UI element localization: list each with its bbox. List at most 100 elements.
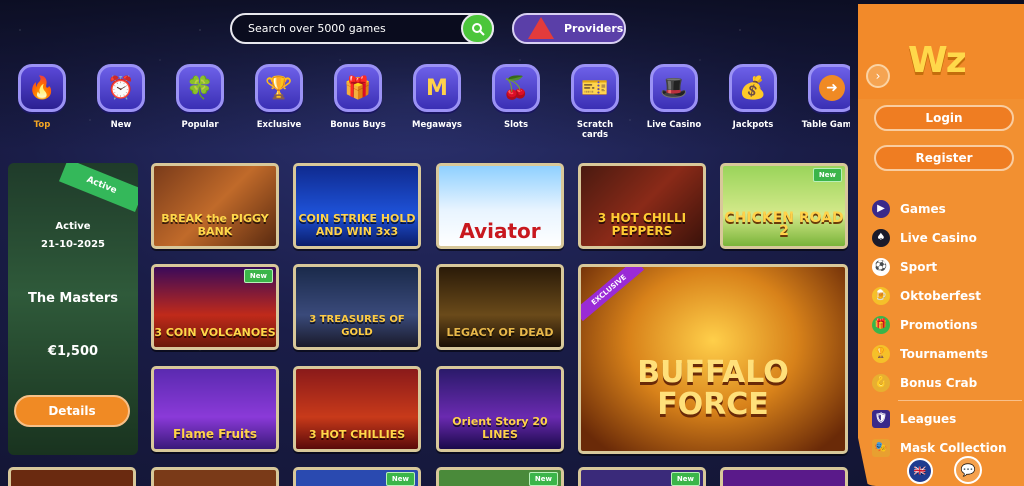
trophy-cup-icon: 🏆 xyxy=(255,64,303,112)
promo-date: 21-10-2025 xyxy=(41,239,105,250)
side-panel: › Wz Login Register ▶ Games ♠ Live Casino … xyxy=(858,4,1024,486)
providers-button[interactable]: Providers xyxy=(512,13,626,44)
game-title: BREAK the PIGGY BANK xyxy=(161,212,269,238)
game-tile[interactable]: New xyxy=(578,467,706,486)
category-live-casino[interactable]: 🎩 Live Casino xyxy=(639,62,709,130)
menu-divider xyxy=(898,400,1022,401)
menu-item-games[interactable]: ▶ Games xyxy=(872,194,1022,223)
chevron-right-icon: › xyxy=(875,69,881,83)
promo-card: Active Active 21-10-2025 The Masters €1,… xyxy=(8,163,138,455)
game-tile[interactable]: Flame Fruits xyxy=(151,366,279,452)
triangle-icon xyxy=(528,17,554,39)
game-tile[interactable]: Orient Story 20 LINES xyxy=(436,366,564,452)
category-label: Live Casino xyxy=(646,120,702,130)
gift-icon: 🎁 xyxy=(334,64,382,112)
menu-item-tournaments[interactable]: 🏆 Tournaments xyxy=(872,339,1022,368)
details-button[interactable]: Details xyxy=(14,395,130,427)
category-table-games[interactable]: ➜ Table Games xyxy=(797,62,850,130)
category-bonus-buys[interactable]: 🎁 Bonus Buys xyxy=(323,62,393,130)
category-new[interactable]: ⏰ New xyxy=(86,62,156,130)
money-bag-icon: 💰 xyxy=(729,64,777,112)
menu-item-sport[interactable]: ⚽ Sport xyxy=(872,252,1022,281)
category-label: Bonus Buys xyxy=(330,120,386,130)
collapse-button[interactable]: › xyxy=(866,64,890,88)
new-badge: New xyxy=(812,168,842,182)
game-tile[interactable]: New xyxy=(293,467,421,486)
active-ribbon: Active xyxy=(59,163,138,212)
category-slots[interactable]: 🍒 Slots xyxy=(481,62,551,130)
game-tile[interactable]: LEGACY OF DEAD xyxy=(436,264,564,350)
new-badge: New xyxy=(385,472,415,486)
game-tile[interactable] xyxy=(720,467,848,486)
providers-label: Providers xyxy=(564,22,624,35)
site-logo: Wz xyxy=(908,40,967,81)
beer-icon: 🍺 xyxy=(872,286,890,305)
soccer-ball-icon: ⚽ xyxy=(872,257,890,276)
category-megaways[interactable]: M Megaways xyxy=(402,62,472,130)
category-jackpots[interactable]: 💰 Jackpots xyxy=(718,62,788,130)
menu-item-oktoberfest[interactable]: 🍺 Oktoberfest xyxy=(872,281,1022,310)
search-icon xyxy=(471,22,485,36)
search-button[interactable] xyxy=(461,13,494,44)
game-title: BUFFALO FORCE xyxy=(637,355,789,422)
category-top[interactable]: 🔥 Top xyxy=(10,62,77,130)
new-badge: New xyxy=(528,472,558,486)
category-popular[interactable]: 🍀 Popular xyxy=(165,62,235,130)
game-tile[interactable]: COIN STRIKE HOLD AND WIN 3x3 xyxy=(293,163,421,249)
category-label: New xyxy=(110,120,132,130)
register-button[interactable]: Register xyxy=(874,145,1014,171)
search-input[interactable] xyxy=(248,22,458,35)
game-title: LEGACY OF DEAD xyxy=(446,326,554,339)
menu-label: Games xyxy=(900,201,946,216)
promo-status: Active xyxy=(55,221,91,232)
game-tile[interactable]: New xyxy=(436,467,564,486)
search-bar[interactable] xyxy=(230,13,494,44)
game-tile[interactable] xyxy=(8,467,136,486)
clover-icon: 🍀 xyxy=(176,64,224,112)
game-tile-featured[interactable]: EXCLUSIVE BUFFALO FORCE xyxy=(578,264,848,454)
chat-icon[interactable]: 💬 xyxy=(954,456,982,484)
promo-amount: €1,500 xyxy=(47,344,99,359)
category-label: Top xyxy=(33,120,51,130)
menu-label: Mask Collection xyxy=(900,440,1007,455)
mask-card-icon: 🎭 xyxy=(872,438,890,457)
game-title: COIN STRIKE HOLD AND WIN 3x3 xyxy=(298,212,416,238)
menu-label: Oktoberfest xyxy=(900,288,982,303)
game-tile[interactable]: New CHICKEN ROAD 2 xyxy=(720,163,848,249)
menu-item-live-casino[interactable]: ♠ Live Casino xyxy=(872,223,1022,252)
m-letter-icon: M xyxy=(413,64,461,112)
menu-label: Live Casino xyxy=(900,230,977,245)
game-title: Orient Story 20 LINES xyxy=(452,415,548,441)
flame-icon: 🔥 xyxy=(18,64,66,112)
game-title: Flame Fruits xyxy=(172,427,258,441)
menu-item-promotions[interactable]: 🎁 Promotions xyxy=(872,310,1022,339)
arrow-right-icon: ➜ xyxy=(808,64,850,112)
menu-label: Tournaments xyxy=(900,346,989,361)
scratch-card-icon: 🎫 xyxy=(571,64,619,112)
game-tile[interactable]: 3 HOT CHILLIES xyxy=(293,366,421,452)
category-label: Jackpots xyxy=(732,120,774,130)
category-label: Scratch cards xyxy=(576,120,614,140)
game-title: CHICKEN ROAD 2 xyxy=(724,210,844,239)
menu-item-leagues[interactable]: 🛡 Leagues xyxy=(872,404,1022,433)
game-tile[interactable]: 3 TREASURES OF GOLD xyxy=(293,264,421,350)
promo-name: The Masters xyxy=(27,291,119,306)
game-tile[interactable] xyxy=(151,467,279,486)
game-tile[interactable]: 3 HOT CHILLI PEPPERS xyxy=(578,163,706,249)
dealer-icon: 🎩 xyxy=(650,64,698,112)
menu-item-bonus-crab[interactable]: 🪝 Bonus Crab xyxy=(872,368,1022,397)
menu-item-mask-collection[interactable]: 🎭 Mask Collection xyxy=(872,433,1022,462)
language-flag-icon[interactable]: 🇬🇧 xyxy=(907,458,933,484)
game-tile[interactable]: Aviator xyxy=(436,163,564,249)
category-exclusive[interactable]: 🏆 Exclusive xyxy=(244,62,314,130)
new-badge: New xyxy=(243,269,273,283)
login-button[interactable]: Login xyxy=(874,105,1014,131)
game-tile[interactable]: New 3 COIN VOLCANOES xyxy=(151,264,279,350)
game-tile[interactable]: BREAK the PIGGY BANK xyxy=(151,163,279,249)
game-title: 3 HOT CHILLIES xyxy=(308,428,406,441)
category-label: Table Games xyxy=(801,120,850,130)
gift-icon: 🎁 xyxy=(872,315,890,334)
category-scratch-cards[interactable]: 🎫 Scratch cards xyxy=(560,62,630,140)
alarm-clock-icon: ⏰ xyxy=(97,64,145,112)
play-icon: ▶ xyxy=(872,199,890,218)
